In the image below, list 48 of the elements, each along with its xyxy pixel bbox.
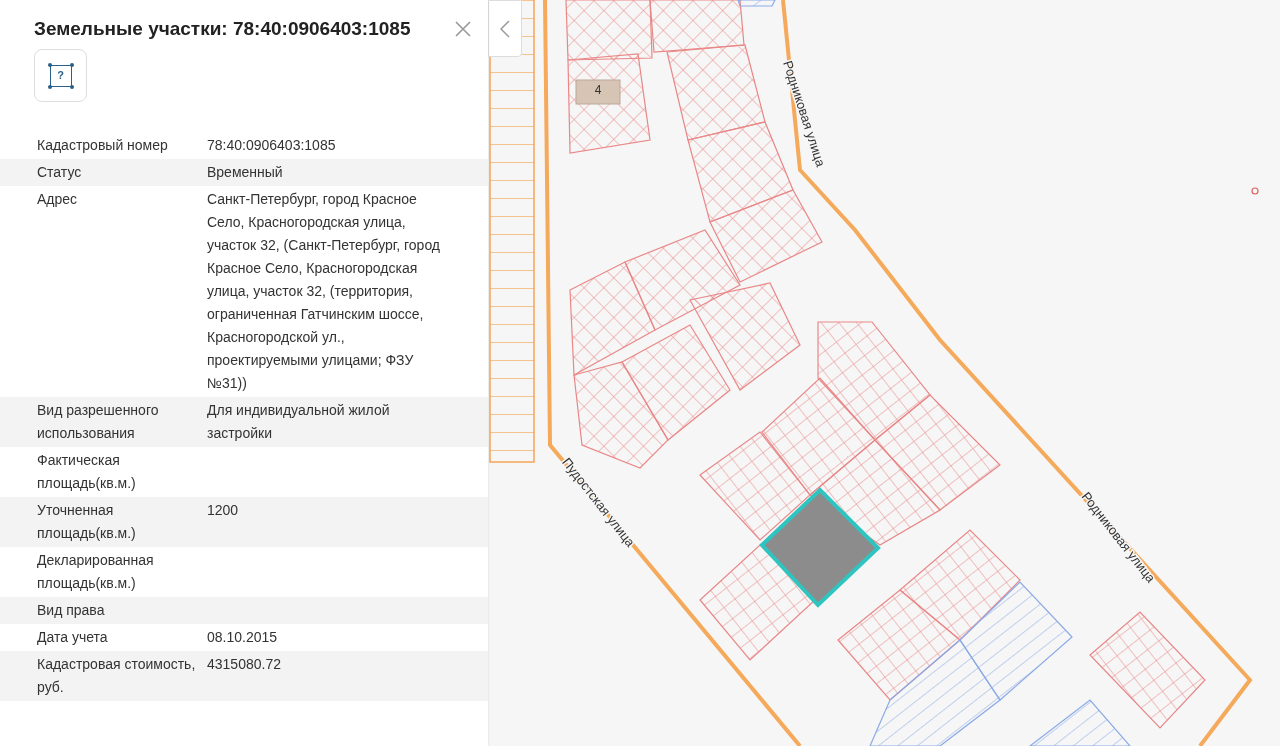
attribute-value: Санкт-Петербург, город Красное Село, Красногородская улица, участок 32, (Санкт-Петербург, город Красное Село, Красногородская улица, участок 32, (территория, ограниченная Гатчинским шоссе, Красногородской ул., проектируемыми улицами; ФЗУ №31))	[207, 190, 442, 393]
hatched-parcel[interactable]	[709, 189, 823, 283]
hatched-parcel[interactable]	[569, 261, 656, 376]
unknown-area-icon: ?	[49, 64, 72, 87]
collapse-panel-button[interactable]	[488, 0, 522, 57]
selected-parcel[interactable]	[759, 487, 881, 608]
hatched-parcel[interactable]	[869, 639, 1001, 746]
attribute-label: Адрес	[36, 190, 79, 209]
panel-title: Земельные участки: 78:40:0906403:1085	[34, 17, 411, 41]
attribute-value: 08.10.2015	[207, 628, 279, 647]
hatched-parcel[interactable]	[874, 394, 1001, 511]
hatched-parcel[interactable]	[666, 44, 766, 141]
attribute-value: Временный	[207, 163, 284, 182]
point-marker[interactable]	[1251, 187, 1259, 195]
attribute-label: Фактическая площадь(кв.м.)	[36, 451, 137, 493]
chevron-left-icon	[500, 19, 510, 38]
hatched-parcel[interactable]	[624, 229, 741, 331]
attribute-label: Декларированная площадь(кв.м.)	[36, 551, 155, 593]
attribute-value: 1200	[207, 501, 240, 520]
attribute-label: Вид разрешенного использования	[36, 401, 160, 443]
hatched-parcel[interactable]	[761, 377, 876, 496]
hatched-parcel[interactable]	[565, 0, 653, 61]
hatched-parcel[interactable]	[621, 324, 731, 441]
attribute-value: 78:40:0906403:1085	[207, 136, 337, 155]
parcel-number: 4	[594, 83, 602, 97]
attribute-label: Уточненная площадь(кв.м.)	[36, 501, 137, 543]
parcel-number-badge	[575, 79, 621, 105]
hatched-parcel[interactable]	[837, 589, 961, 701]
hatched-parcel[interactable]	[817, 321, 931, 441]
hatched-parcel[interactable]	[737, 0, 776, 7]
hatched-parcel[interactable]	[959, 581, 1073, 701]
attribute-value: 4315080.72	[207, 655, 282, 674]
hatched-parcel[interactable]	[1028, 699, 1132, 746]
attribute-label: Вид права	[36, 601, 106, 620]
close-icon	[454, 20, 472, 38]
attribute-label: Кадастровая стоимость, руб.	[36, 655, 197, 697]
hatched-parcel[interactable]	[689, 282, 801, 391]
attribute-label: Кадастровый номер	[36, 136, 169, 155]
hatched-parcel[interactable]	[809, 439, 941, 546]
hatched-parcel[interactable]	[649, 0, 745, 53]
hatched-parcel[interactable]	[899, 529, 1021, 641]
attribute-value: Для индивидуальной жилой застройки	[207, 401, 391, 443]
hatched-parcel[interactable]	[699, 431, 811, 541]
attribute-label: Дата учета	[36, 628, 109, 647]
parcel-tool-button[interactable]: ?	[34, 49, 87, 102]
hatched-parcel[interactable]	[699, 544, 816, 661]
attribute-label: Статус	[36, 163, 83, 182]
hatched-parcel[interactable]	[1089, 611, 1206, 729]
